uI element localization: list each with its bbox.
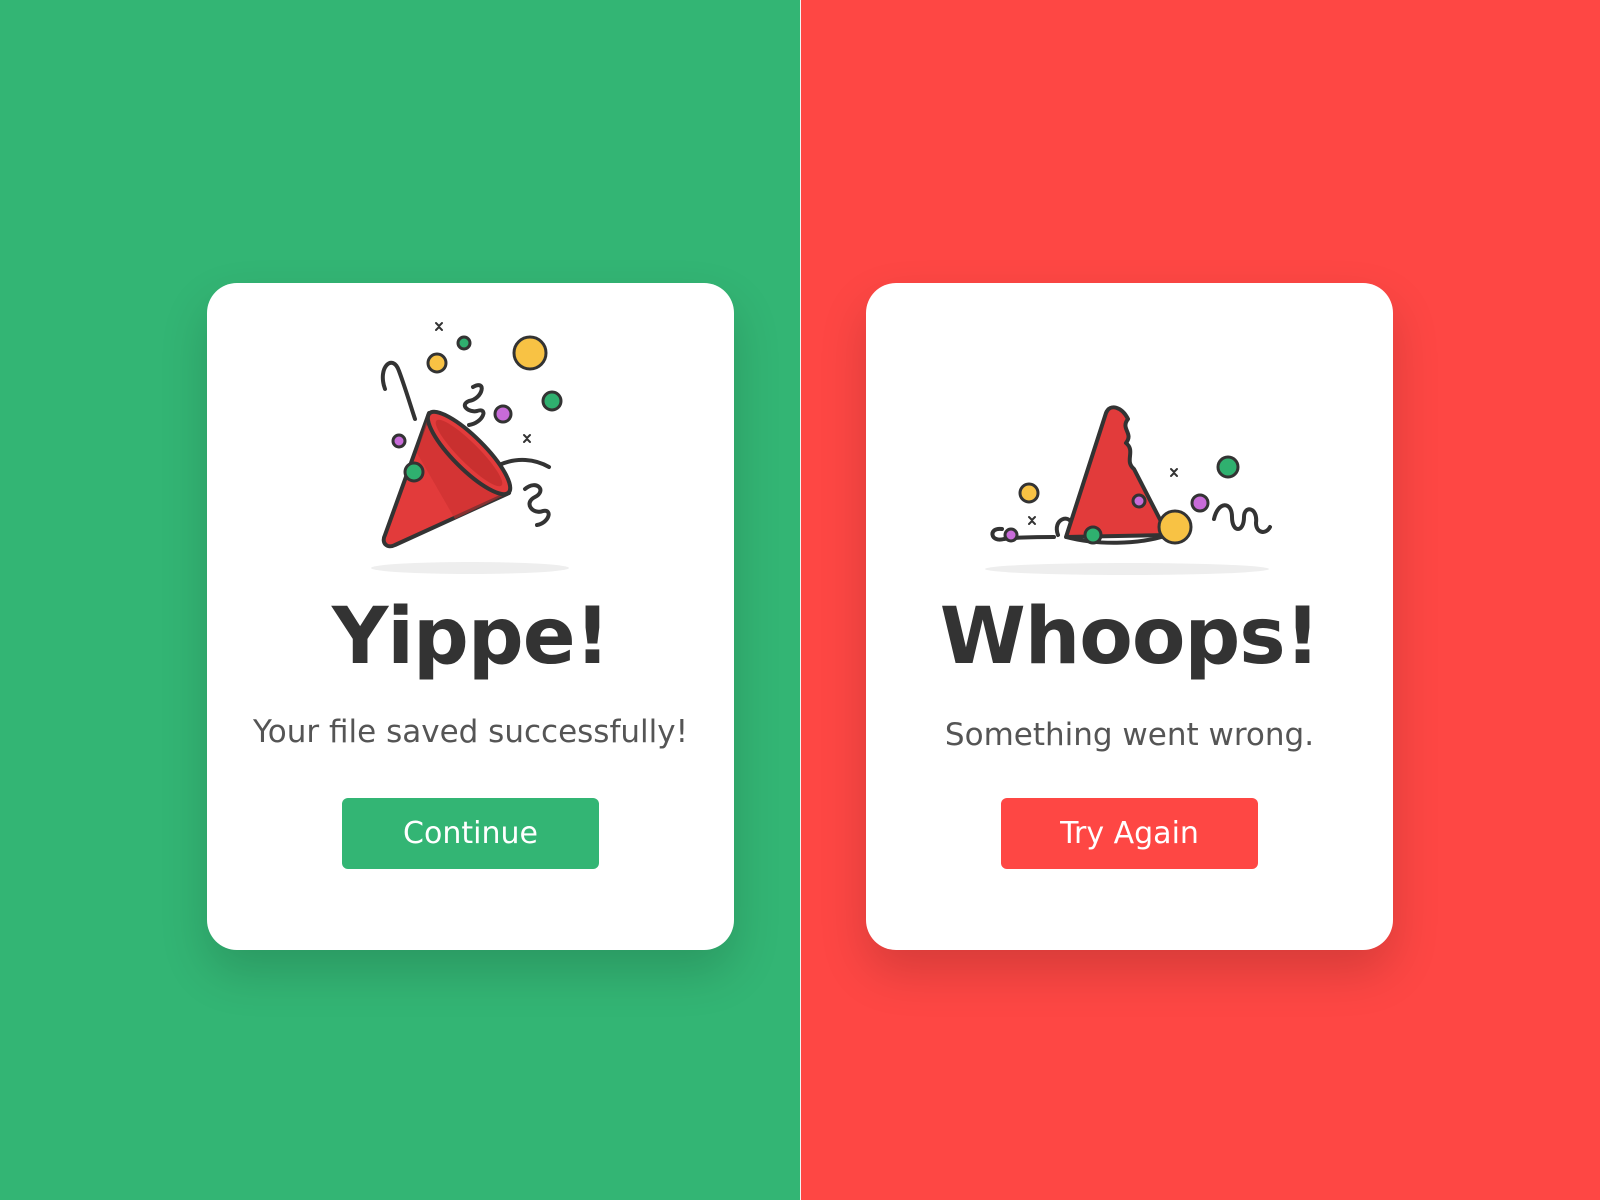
success-message: Your file saved successfully! xyxy=(252,714,688,750)
success-title: Yippe! xyxy=(331,592,610,682)
try-again-button[interactable]: Try Again xyxy=(1001,798,1258,869)
success-card: Yippe! Your file saved successfully! Con… xyxy=(207,283,734,950)
error-message: Something went wrong. xyxy=(944,717,1315,753)
error-card: Whoops! Something went wrong. Try Again xyxy=(866,283,1393,950)
error-title: Whoops! xyxy=(939,592,1321,682)
continue-button[interactable]: Continue xyxy=(342,798,599,869)
party-popper-icon xyxy=(371,322,569,574)
fallen-party-hat-icon xyxy=(985,405,1272,575)
